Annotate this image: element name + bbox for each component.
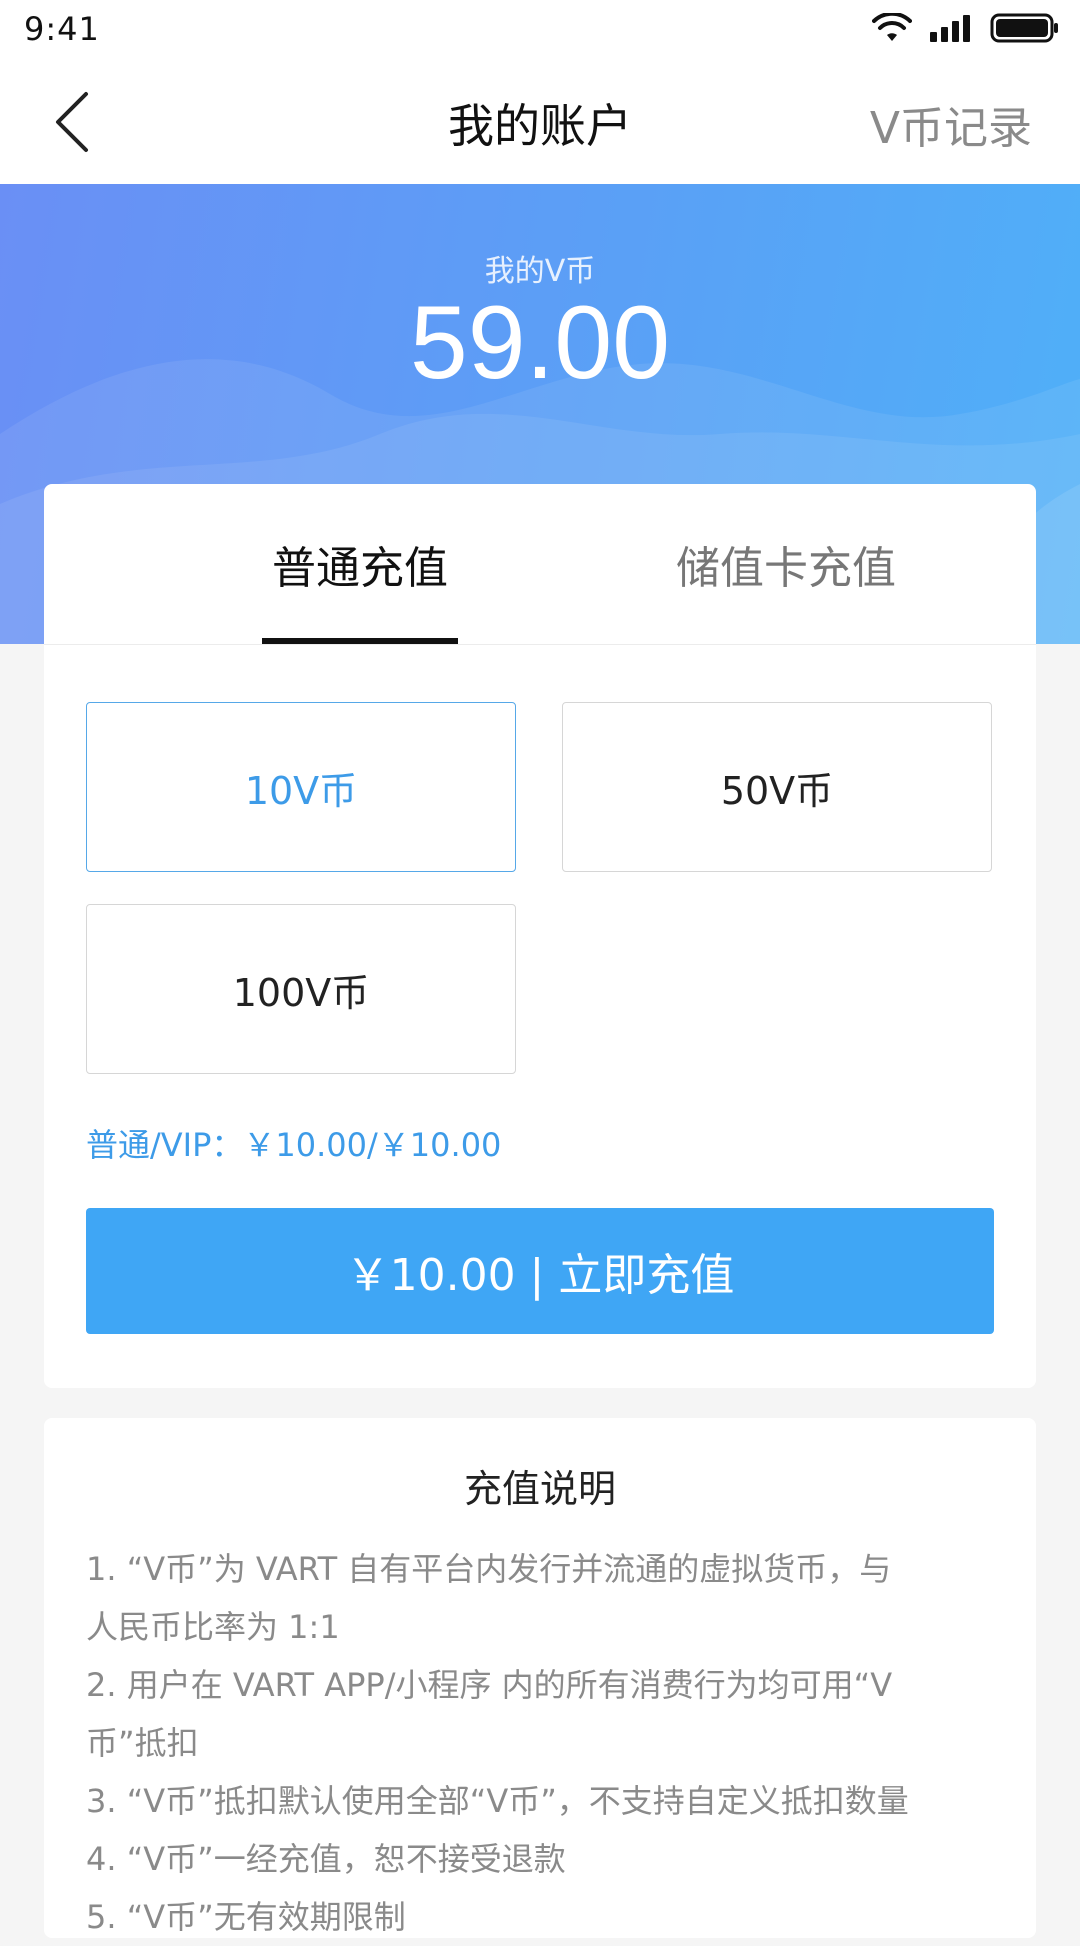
- option-10-v-coin[interactable]: 10V币: [86, 702, 516, 872]
- recharge-card: 普通充值 储值卡充值 10V币 50V币 100V币 普通/VIP：￥10.00…: [44, 484, 1036, 1388]
- v-coin-records-link[interactable]: V币记录: [870, 92, 1032, 156]
- price-note: 普通/VIP：￥10.00/￥10.00: [86, 1126, 502, 1164]
- tab-stored-value-card[interactable]: 储值卡充值: [604, 484, 968, 644]
- info-title: 充值说明: [463, 1467, 616, 1511]
- signal-icon: [930, 14, 972, 46]
- active-tab-indicator: [262, 638, 458, 644]
- info-line: 人民币比率为 1:1: [86, 1608, 340, 1646]
- info-line: 3. “V币”抵扣默认使用全部“V币”，不支持自定义抵扣数量: [86, 1782, 909, 1820]
- info-line: 2. 用户在 VART APP/小程序 内的所有消费行为均可用“V: [86, 1666, 893, 1704]
- status-time: 9:41: [24, 10, 100, 48]
- recharge-tabs: 普通充值 储值卡充值: [44, 484, 1036, 645]
- nav-bar: 我的账户 V币记录: [0, 60, 1080, 184]
- recharge-info-card: 充值说明 1. “V币”为 VART 自有平台内发行并流通的虚拟货币，与 人民币…: [44, 1418, 1036, 1938]
- battery-icon: [990, 12, 1060, 48]
- info-line: 币”抵扣: [86, 1724, 199, 1762]
- info-line: 4. “V币”一经充值，恕不接受退款: [86, 1840, 566, 1878]
- info-list: 1. “V币”为 VART 自有平台内发行并流通的虚拟货币，与 人民币比率为 1…: [86, 1540, 996, 1946]
- tab-normal-recharge[interactable]: 普通充值: [194, 484, 526, 644]
- status-icons: [872, 10, 1060, 50]
- balance-value: 59.00: [409, 285, 671, 401]
- wifi-icon: [872, 11, 912, 47]
- status-bar: 9:41: [0, 0, 1080, 60]
- option-50-v-coin[interactable]: 50V币: [562, 702, 992, 872]
- option-100-v-coin[interactable]: 100V币: [86, 904, 516, 1074]
- recharge-now-button[interactable]: ￥10.00 | 立即充值: [86, 1208, 994, 1334]
- info-line: 1. “V币”为 VART 自有平台内发行并流通的虚拟货币，与: [86, 1550, 892, 1588]
- info-line: 5. “V币”无有效期限制: [86, 1898, 406, 1936]
